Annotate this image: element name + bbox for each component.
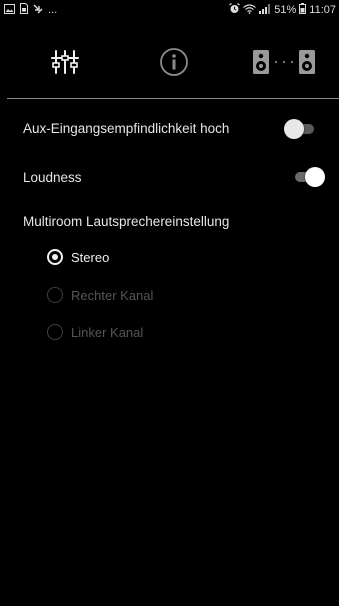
toggle-thumb	[284, 119, 304, 139]
clock: 11:07	[309, 4, 336, 16]
settings-screen: ... 51% 11:07 Aux-Eingangsempfindlichkei…	[0, 0, 339, 606]
top-toolbar	[0, 38, 339, 92]
signal-icon	[259, 3, 271, 17]
radio-button[interactable]	[47, 249, 63, 265]
radio-label: Rechter Kanal	[71, 287, 154, 303]
missed-call-icon	[33, 4, 43, 17]
equalizer-settings-tab[interactable]	[42, 46, 88, 82]
toolbar-divider	[7, 98, 339, 99]
status-bar-right: 51% 11:07	[229, 3, 336, 17]
aux-sensitivity-toggle[interactable]	[284, 119, 318, 139]
aux-sensitivity-label: Aux-Eingangsempfindlichkeit hoch	[23, 121, 230, 136]
speaker-pairing-tab[interactable]	[248, 46, 320, 82]
radio-label: Stereo	[71, 249, 110, 265]
speakers-icon	[251, 49, 317, 80]
notification-ellipsis: ...	[48, 4, 58, 16]
wifi-icon	[243, 3, 257, 17]
info-tab[interactable]	[154, 46, 194, 82]
alarm-icon	[229, 3, 241, 17]
sliders-icon	[51, 49, 79, 80]
radio-option-left-channel[interactable]: Linker Kanal	[47, 324, 143, 340]
gallery-icon	[4, 3, 15, 17]
sim-icon	[20, 3, 28, 17]
loudness-toggle[interactable]	[291, 167, 325, 187]
radio-label: Linker Kanal	[71, 324, 144, 340]
status-bar: ... 51% 11:07	[0, 0, 339, 20]
status-bar-left: ...	[4, 3, 57, 17]
info-icon	[159, 47, 189, 82]
radio-option-stereo[interactable]: Stereo	[47, 249, 109, 265]
multiroom-section-title: Multiroom Lautsprechereinstellung	[23, 214, 230, 229]
radio-option-right-channel[interactable]: Rechter Kanal	[47, 287, 153, 303]
battery-percent: 51%	[274, 4, 297, 16]
radio-button[interactable]	[47, 287, 63, 303]
radio-button[interactable]	[47, 324, 63, 340]
battery-icon	[299, 3, 307, 17]
toggle-thumb	[305, 167, 325, 187]
loudness-label: Loudness	[23, 170, 82, 185]
